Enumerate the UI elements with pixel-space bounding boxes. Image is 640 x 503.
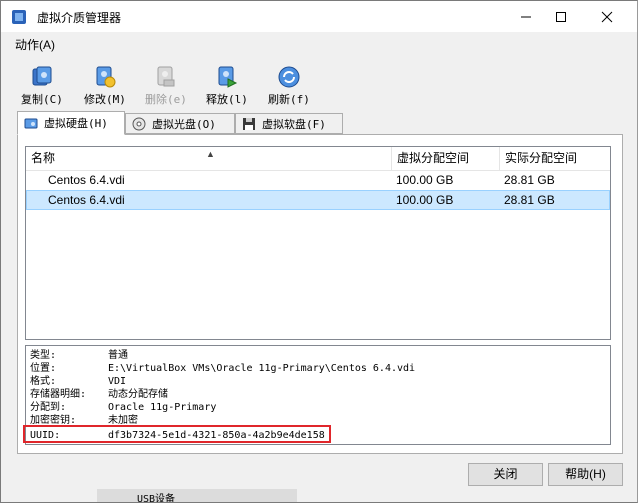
close-button[interactable]: 关闭 <box>468 463 543 486</box>
detail-location-label: 位置: <box>30 363 57 374</box>
tab-optical-label: 虚拟光盘(O) <box>152 117 216 131</box>
disk-virtual-size: 100.00 GB <box>396 173 454 187</box>
tab-virtual-optical-disks[interactable]: 虚拟光盘(O) <box>125 113 235 134</box>
sort-ascending-icon: ▲ <box>206 149 215 159</box>
copy-button[interactable]: 复制(C) <box>21 65 63 107</box>
title-bar: 虚拟介质管理器 <box>1 1 637 32</box>
detail-type-label: 类型: <box>30 350 57 361</box>
virtualbox-app-icon <box>11 9 27 25</box>
hard-disk-icon <box>24 116 38 130</box>
disk-name: Centos 6.4.vdi <box>48 193 125 207</box>
delete-disk-icon <box>154 65 178 89</box>
modify-label: 修改(M) <box>84 93 126 106</box>
uuid-highlight-box <box>23 425 331 443</box>
refresh-button[interactable]: 刷新(f) <box>268 65 310 107</box>
column-header-actual-size[interactable]: 实际分配空间 <box>500 147 612 170</box>
disk-name: Centos 6.4.vdi <box>48 173 125 187</box>
maximize-icon <box>555 11 566 22</box>
detail-attached-value: Oracle 11g-Primary <box>108 402 217 413</box>
copy-label: 复制(C) <box>21 93 63 106</box>
delete-label: 删除(e) <box>145 93 187 106</box>
detail-format-label: 格式: <box>30 376 57 387</box>
virtual-media-manager-window: 虚拟介质管理器 动作(A) 复制(C) 修改(M) 删除(e) 释放(l) 刷新… <box>0 0 638 503</box>
copy-disk-icon <box>30 65 54 89</box>
delete-button[interactable]: 删除(e) <box>145 65 187 107</box>
tab-floppy-label: 虚拟软盘(F) <box>262 117 326 131</box>
tab-hdd-label: 虚拟硬盘(H) <box>44 117 108 130</box>
close-window-button[interactable] <box>584 1 629 32</box>
list-item[interactable]: Centos 6.4.vdi 100.00 GB 28.81 GB <box>26 170 610 190</box>
detail-storage-value: 动态分配存储 <box>108 389 168 400</box>
close-icon <box>601 11 612 22</box>
modify-button[interactable]: 修改(M) <box>84 65 126 107</box>
tab-virtual-hard-disks[interactable]: 虚拟硬盘(H) <box>17 111 125 135</box>
refresh-label: 刷新(f) <box>268 93 310 106</box>
background-usb-label: USB设备 <box>137 494 176 503</box>
detail-format-value: VDI <box>108 376 127 387</box>
menu-bar: 动作(A) <box>1 32 637 53</box>
refresh-icon <box>277 65 301 89</box>
window-title: 虚拟介质管理器 <box>37 11 122 25</box>
menu-action[interactable]: 动作(A) <box>15 36 55 53</box>
help-button[interactable]: 帮助(H) <box>548 463 623 486</box>
toolbar: 复制(C) 修改(M) 删除(e) 释放(l) 刷新(f) <box>1 55 637 107</box>
minimize-icon <box>520 16 531 17</box>
disk-virtual-size: 100.00 GB <box>396 193 454 207</box>
detail-type-value: 普通 <box>108 350 128 361</box>
disk-actual-size: 28.81 GB <box>504 173 555 187</box>
tab-virtual-floppy-disks[interactable]: 虚拟软盘(F) <box>235 113 343 134</box>
release-label: 释放(l) <box>206 93 248 106</box>
background-window-fragment: USB设备 <box>97 489 297 503</box>
list-header: 名称 ▲ 虚拟分配空间 实际分配空间 <box>26 147 610 171</box>
optical-disc-icon <box>132 117 146 131</box>
column-actual-size-label: 实际分配空间 <box>505 151 578 165</box>
detail-location-value: E:\VirtualBox VMs\Oracle 11g-Primary\Cen… <box>108 363 416 374</box>
floppy-disk-icon <box>242 117 256 131</box>
disk-actual-size: 28.81 GB <box>504 193 555 207</box>
modify-disk-icon <box>93 65 117 89</box>
release-button[interactable]: 释放(l) <box>206 65 248 107</box>
detail-attached-label: 分配到: <box>30 402 67 413</box>
list-item-selected[interactable]: Centos 6.4.vdi 100.00 GB 28.81 GB <box>26 190 610 210</box>
column-virtual-size-label: 虚拟分配空间 <box>397 151 470 165</box>
detail-storage-label: 存储器明细: <box>30 389 87 400</box>
column-name-label: 名称 <box>31 151 56 165</box>
column-header-virtual-size[interactable]: 虚拟分配空间 <box>392 147 500 170</box>
release-disk-icon <box>215 65 239 89</box>
virtual-disk-list[interactable]: 名称 ▲ 虚拟分配空间 实际分配空间 Centos 6.4.vdi 100.00… <box>25 146 611 340</box>
maximize-button[interactable] <box>538 1 583 32</box>
column-header-name[interactable]: 名称 ▲ <box>26 147 392 170</box>
